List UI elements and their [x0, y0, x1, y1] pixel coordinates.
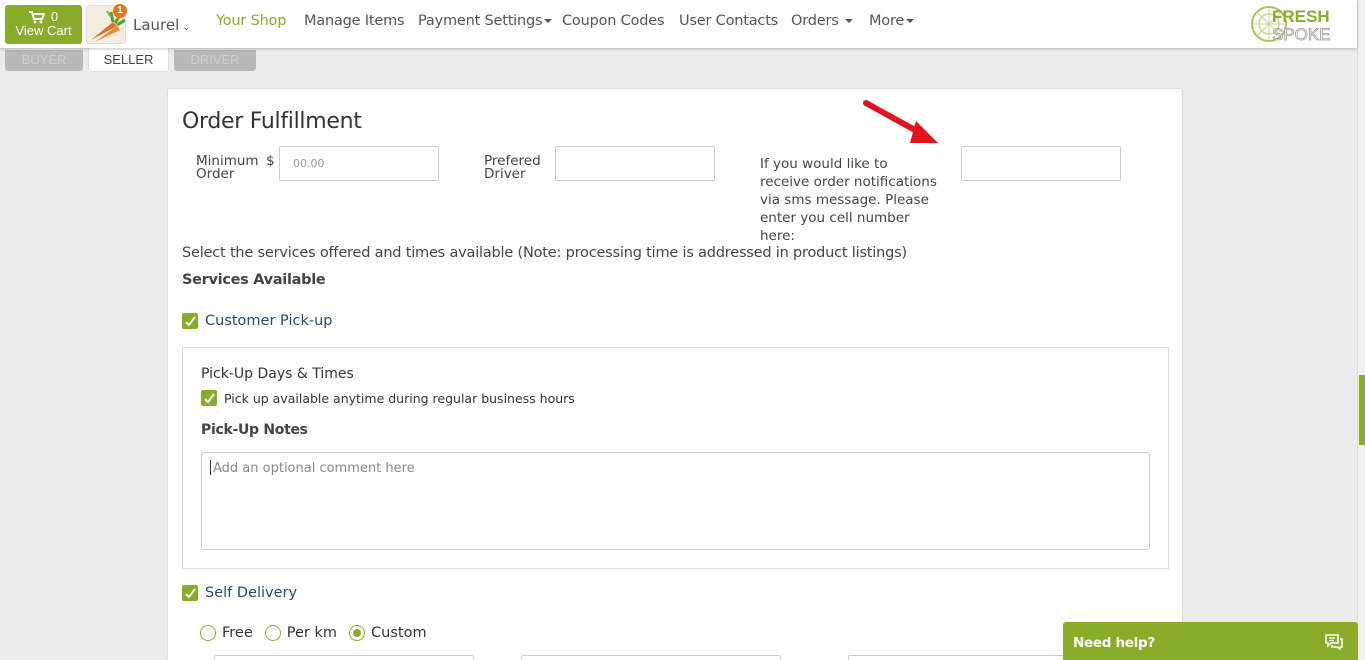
cart-label: View Cart	[15, 23, 72, 38]
freshspoke-logo[interactable]: FRESH SPOKE	[1250, 5, 1354, 43]
caret-down-icon	[906, 19, 915, 23]
cell-number-input[interactable]	[961, 146, 1121, 181]
pickup-settings-box: Pick-Up Days & Times Pick up available a…	[182, 347, 1169, 569]
pickup-notes-heading: Pick-Up Notes	[201, 422, 308, 438]
tab-seller[interactable]: SELLER	[88, 48, 169, 72]
delivery-fee-options: Free Per km Custom	[200, 625, 439, 641]
chat-bubbles-icon	[1325, 634, 1343, 651]
caret-down-icon	[844, 19, 853, 23]
scroll-thumb[interactable]	[1359, 375, 1365, 445]
checkbox-checked[interactable]	[201, 390, 217, 406]
radio-free-label: Free	[222, 625, 253, 641]
nav-payment-settings-label: Payment Settings	[418, 13, 543, 29]
top-navbar: 0 View Cart 1 Laurel ⌄ Your Shop Manage I…	[0, 0, 1357, 48]
radio-free[interactable]: Free	[200, 625, 253, 641]
need-help-widget[interactable]: Need help?	[1063, 622, 1358, 660]
preferred-driver-label-line2: Driver	[484, 166, 526, 182]
order-fulfillment-panel: Order Fulfillment Minimum Order $ 00.00 …	[167, 88, 1183, 660]
nav-user-contacts[interactable]: User Contacts	[679, 13, 778, 29]
services-heading: Services Available	[182, 272, 326, 288]
user-menu[interactable]: Laurel ⌄	[133, 16, 191, 34]
services-note: Select the services offered and times av…	[182, 245, 907, 261]
radio-custom[interactable]: Custom	[349, 625, 427, 641]
min-order-label-line2: Order	[196, 166, 235, 182]
nav-more-label: More	[869, 13, 905, 29]
radio-custom-label: Custom	[371, 625, 427, 641]
view-cart-button[interactable]: 0 View Cart	[5, 5, 82, 44]
logo-text-bottom: SPOKE	[1272, 25, 1331, 43]
customer-pickup-label: Customer Pick-up	[205, 313, 333, 329]
checkbox-checked[interactable]	[182, 313, 198, 329]
notification-badge: 1	[113, 4, 127, 18]
preferred-driver-label: Prefered Driver	[484, 154, 541, 182]
radio-button[interactable]	[264, 625, 281, 641]
nav-coupon-codes[interactable]: Coupon Codes	[562, 13, 665, 29]
tab-buyer[interactable]: BUYER	[5, 50, 83, 71]
pickup-notes-textarea[interactable]: Add an optional comment here	[201, 452, 1150, 550]
currency-symbol: $	[266, 153, 275, 169]
radio-per-km-label: Per km	[286, 625, 338, 641]
caret-down-icon	[544, 19, 553, 23]
nav-manage-items[interactable]: Manage Items	[304, 13, 405, 29]
nav-your-shop[interactable]: Your Shop	[216, 13, 286, 29]
cart-count: 0	[50, 9, 59, 24]
min-order-label: Minimum Order	[196, 154, 259, 182]
red-arrow-annotation	[863, 100, 938, 143]
checkbox-checked[interactable]	[182, 585, 198, 601]
tab-driver[interactable]: DRIVER	[174, 50, 256, 71]
preferred-driver-input[interactable]	[555, 146, 715, 181]
chevron-down-icon: ⌄	[182, 22, 191, 33]
nav-more[interactable]: More	[869, 13, 915, 29]
pickup-days-heading: Pick-Up Days & Times	[201, 366, 354, 382]
check-icon	[203, 392, 215, 404]
sms-instruction: If you would like to receive order notif…	[760, 156, 937, 244]
nav-payment-settings[interactable]: Payment Settings	[418, 13, 553, 29]
radio-button-selected[interactable]	[349, 625, 366, 641]
radio-per-km[interactable]: Per km	[264, 625, 338, 641]
pickup-anytime-option[interactable]: Pick up available anytime during regular…	[201, 390, 575, 406]
customer-pickup-option[interactable]: Customer Pick-up	[182, 313, 333, 329]
delivery-input-1[interactable]	[214, 655, 474, 660]
self-delivery-option[interactable]: Self Delivery	[182, 585, 297, 601]
check-icon	[184, 587, 196, 599]
self-delivery-label: Self Delivery	[205, 585, 298, 601]
page-title: Order Fulfillment	[182, 109, 362, 134]
logo-text-top: FRESH	[1272, 7, 1330, 26]
scrollbar[interactable]	[1357, 0, 1365, 660]
need-help-label: Need help?	[1073, 635, 1155, 651]
cart-icon	[28, 10, 45, 23]
check-icon	[184, 315, 196, 327]
delivery-input-2[interactable]	[521, 655, 781, 660]
nav-orders-label: Orders	[791, 13, 839, 29]
user-name: Laurel	[133, 16, 180, 34]
pickup-anytime-label: Pick up available anytime during regular…	[224, 390, 575, 406]
radio-button[interactable]	[200, 625, 216, 641]
min-order-input[interactable]: 00.00	[279, 146, 439, 181]
nav-orders[interactable]: Orders	[791, 13, 853, 29]
